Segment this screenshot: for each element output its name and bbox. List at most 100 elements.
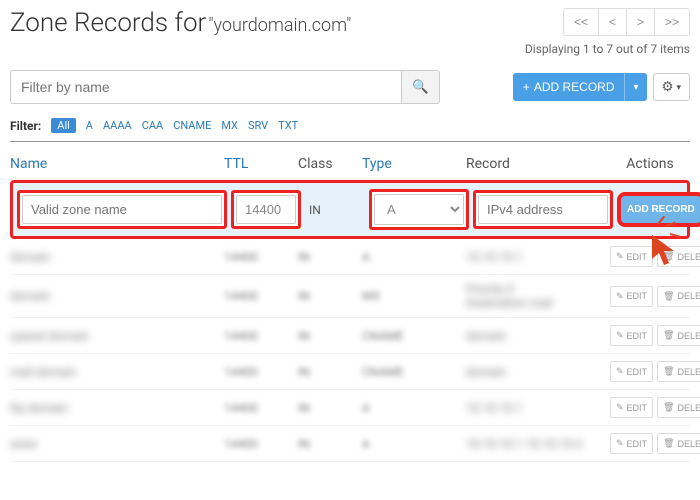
- filter-type-aaaa[interactable]: AAAA: [103, 119, 132, 132]
- filter-name-input[interactable]: [10, 70, 402, 104]
- filter-type-srv[interactable]: SRV: [248, 119, 268, 132]
- edit-button[interactable]: ✎EDIT: [610, 325, 653, 346]
- cell-name: domain: [10, 289, 220, 303]
- type-select[interactable]: A: [374, 194, 464, 225]
- filter-type-mx[interactable]: MX: [221, 119, 238, 132]
- edit-button[interactable]: ✎EDIT: [610, 246, 653, 267]
- record-input[interactable]: [478, 195, 608, 224]
- delete-button[interactable]: 🗑DELETE: [657, 246, 700, 267]
- delete-button[interactable]: 🗑DELETE: [657, 325, 700, 346]
- cell-type: A: [362, 401, 462, 415]
- add-record-dropdown[interactable]: ▾: [624, 73, 646, 101]
- cell-record: domain: [466, 365, 606, 379]
- row-actions: ✎EDIT🗑DELETE: [610, 361, 700, 382]
- add-record-split-button: + ADD RECORD ▾: [513, 73, 647, 101]
- trash-icon: 🗑: [663, 366, 674, 377]
- pager-next[interactable]: >: [627, 9, 655, 35]
- cell-name: mail.domain: [10, 365, 220, 379]
- table-row: domain14400INA10.10.10.1✎EDIT🗑DELETE: [10, 239, 690, 275]
- record-field-wrap: [473, 190, 613, 229]
- gear-icon: ⚙: [662, 79, 674, 95]
- cell-record: Priority 0 Destination mail: [466, 282, 606, 310]
- chevron-down-icon: ▾: [676, 82, 681, 93]
- filter-type-a[interactable]: A: [86, 119, 93, 132]
- filter-type-caa[interactable]: CAA: [142, 119, 164, 132]
- edit-button[interactable]: ✎EDIT: [610, 397, 653, 418]
- cell-class: IN: [298, 401, 358, 415]
- delete-button[interactable]: 🗑DELETE: [657, 433, 700, 454]
- col-ttl[interactable]: TTL: [224, 156, 294, 172]
- table-row: ftp.domain14400INA10.10.10.1✎EDIT🗑DELETE: [10, 390, 690, 426]
- cell-name: cpanel.domain: [10, 329, 220, 343]
- cell-ttl: 14400: [224, 365, 294, 379]
- cell-record: domain: [466, 329, 606, 343]
- filter-type-cname[interactable]: CNAME: [173, 119, 211, 132]
- type-field-wrap: A: [369, 189, 469, 230]
- trash-icon: 🗑: [663, 291, 674, 302]
- pager-first[interactable]: <<: [564, 9, 599, 35]
- cell-name: ftp.domain: [10, 401, 220, 415]
- page-title: Zone Records for "yourdomain.com": [10, 8, 351, 38]
- cell-ttl: 14400: [224, 329, 294, 343]
- edit-button[interactable]: ✎EDIT: [610, 286, 653, 307]
- table-row: domain 14400 IN MX Priority 0 Destination ma…: [10, 275, 690, 318]
- col-name[interactable]: Name: [10, 156, 220, 172]
- settings-button[interactable]: ⚙ ▾: [653, 73, 690, 101]
- cell-type: A: [362, 250, 462, 264]
- pager-prev[interactable]: <: [599, 9, 627, 35]
- cell-type: CNAME: [362, 365, 462, 379]
- row-actions: ✎EDIT🗑DELETE: [610, 397, 700, 418]
- cell-class: IN: [298, 250, 358, 264]
- pager-status: Displaying 1 to 7 out of 7 items: [525, 42, 690, 56]
- cell-class: IN: [298, 289, 358, 303]
- name-field-wrap: [17, 190, 227, 229]
- cell-record: 10.10.10.1 10.10.10.2: [466, 437, 606, 451]
- add-record-submit[interactable]: ADD RECORD: [617, 192, 700, 227]
- class-value: IN: [305, 203, 365, 217]
- chevron-down-icon: ▾: [633, 82, 638, 93]
- table-header: Name TTL Class Type Record Actions: [10, 152, 690, 180]
- search-button[interactable]: 🔍: [402, 70, 440, 104]
- col-class: Class: [298, 156, 358, 172]
- cell-type: CNAME: [362, 329, 462, 343]
- title-domain: "yourdomain.com": [208, 15, 351, 36]
- filter-all[interactable]: All: [51, 118, 76, 133]
- pager: << < > >>: [563, 8, 690, 36]
- pencil-icon: ✎: [616, 291, 624, 302]
- cell-name: www: [10, 437, 220, 451]
- cell-ttl: 14400: [224, 250, 294, 264]
- delete-button[interactable]: 🗑DELETE: [657, 286, 700, 307]
- row-actions: ✎EDIT🗑DELETE: [610, 325, 700, 346]
- pencil-icon: ✎: [616, 438, 624, 449]
- cell-class: IN: [298, 365, 358, 379]
- table-body: domain14400INA10.10.10.1✎EDIT🗑DELETEdoma…: [10, 239, 690, 462]
- row-actions: ✎EDIT🗑DELETE: [610, 246, 700, 267]
- table-row: cpanel.domain14400INCNAMEdomain✎EDIT🗑DEL…: [10, 318, 690, 354]
- cell-type: A: [362, 437, 462, 451]
- pager-last[interactable]: >>: [655, 9, 689, 35]
- cell-ttl: 14400: [224, 401, 294, 415]
- add-record-row: IN A ADD RECORD CANCEL: [10, 180, 690, 239]
- zone-name-input[interactable]: [22, 195, 222, 224]
- filter-label: Filter:: [10, 119, 41, 133]
- pencil-icon: ✎: [616, 366, 624, 377]
- col-actions: Actions: [610, 156, 690, 172]
- add-record-label: ADD RECORD: [534, 80, 615, 94]
- cell-name: domain: [10, 250, 220, 264]
- trash-icon: 🗑: [663, 251, 674, 262]
- cell-type: MX: [362, 289, 462, 303]
- table-row: www14400INA10.10.10.1 10.10.10.2✎EDIT🗑DE…: [10, 426, 690, 462]
- cell-ttl: 14400: [224, 289, 294, 303]
- ttl-input[interactable]: [236, 195, 296, 224]
- title-prefix: Zone Records for: [10, 8, 206, 38]
- delete-button[interactable]: 🗑DELETE: [657, 397, 700, 418]
- trash-icon: 🗑: [663, 330, 674, 341]
- filter-type-txt[interactable]: TXT: [278, 119, 298, 132]
- pencil-icon: ✎: [616, 402, 624, 413]
- edit-button[interactable]: ✎EDIT: [610, 433, 653, 454]
- add-record-button[interactable]: + ADD RECORD: [513, 73, 625, 101]
- type-filter-bar: Filter: All A AAAA CAA CNAME MX SRV TXT: [10, 118, 690, 142]
- delete-button[interactable]: 🗑DELETE: [657, 361, 700, 382]
- col-type[interactable]: Type: [362, 156, 462, 172]
- edit-button[interactable]: ✎EDIT: [610, 361, 653, 382]
